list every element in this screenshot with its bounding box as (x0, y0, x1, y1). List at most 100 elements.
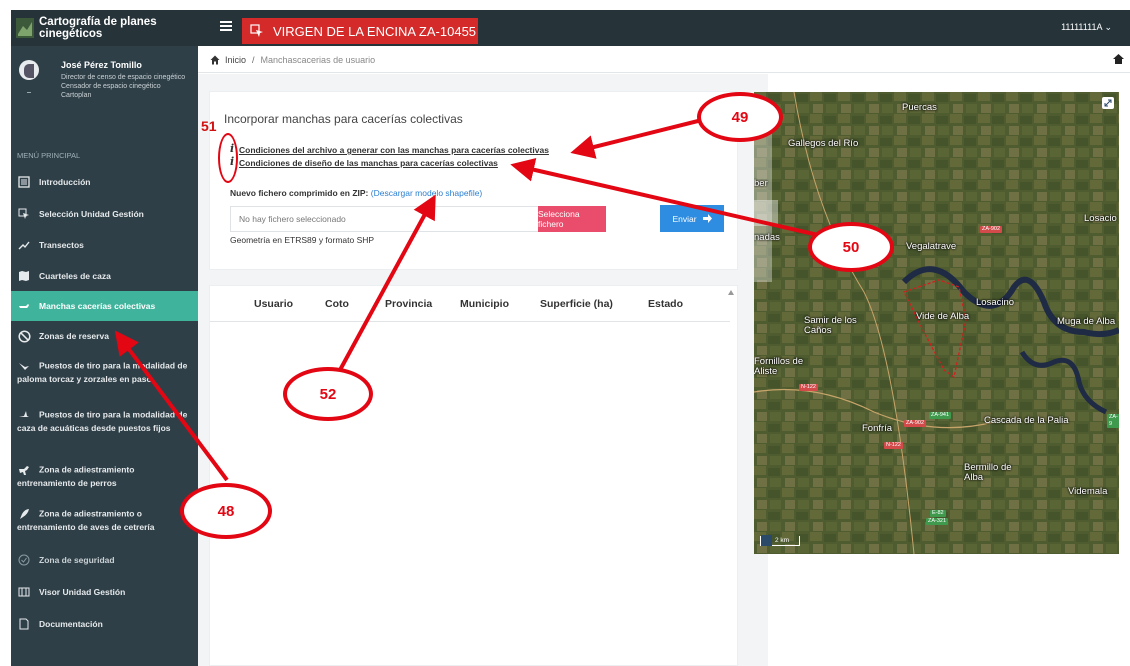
sidebar-item-transectos[interactable]: Transectos (11, 230, 198, 260)
sidebar-item-puestos-acuaticas[interactable]: Puestos de tiro para la modalidad de caz… (11, 400, 198, 457)
sidebar-item-label: Zona de adiestramiento entrenamiento de … (17, 463, 192, 489)
road-label: ZA-902 (980, 226, 1003, 233)
breadcrumb-current: Manchascacerias de usuario (260, 54, 376, 65)
map-place-label: Vide de Alba (916, 311, 970, 322)
bird-icon (17, 359, 31, 373)
scroll-up-icon[interactable] (728, 290, 734, 295)
sidebar-item-text: Zona de adiestramiento entrenamiento de … (17, 464, 135, 488)
sidebar-item-label: Zonas de reserva (39, 331, 109, 341)
user-role: Cartoplan (61, 92, 92, 99)
dog-icon (17, 299, 31, 313)
sidebar-item-cuarteles[interactable]: Cuarteles de caza (11, 260, 198, 291)
sidebar-item-visor[interactable]: Visor Unidad Gestión (11, 575, 198, 609)
sidebar: Cartografía de planes cinegéticos José P… (11, 10, 198, 666)
hamburger-menu-icon[interactable] (220, 21, 232, 31)
table-card: Usuario Coto Provincia Municipio Superfi… (209, 285, 738, 666)
arrow-right-icon (702, 214, 712, 223)
map-place-label: Fonfría (862, 423, 893, 434)
road-label: E-82 (930, 510, 946, 517)
sidebar-item-label: Visor Unidad Gestión (39, 587, 126, 597)
sidebar-item-introduccion[interactable]: Introducción (11, 166, 198, 197)
top-bar: VIRGEN DE LA ENCINA ZA-10455 11111111A ⌄ (198, 10, 1130, 46)
send-button-label: Enviar (672, 213, 697, 224)
trend-icon (17, 238, 31, 252)
road-label: ZA-9 (1107, 414, 1119, 428)
condition-link-design[interactable]: Condiciones de diseño de las manchas par… (239, 158, 498, 168)
sidebar-item-puestos-paloma[interactable]: Puestos de tiro para la modalidad de pal… (11, 351, 198, 400)
annotation-48: 48 (180, 483, 272, 539)
table-header: Usuario Coto Provincia Municipio Superfi… (210, 286, 730, 322)
map-panel-edge (754, 200, 778, 226)
download-shapefile-link[interactable]: (Descargar modelo shapefile) (371, 188, 483, 198)
annotation-52: 52 (283, 367, 373, 421)
map-place-label: Gallegos del Río (788, 138, 859, 149)
annotation-49: 49 (697, 92, 783, 142)
annotation-51: 51 (201, 118, 217, 134)
app-header: Cartografía de planes cinegéticos (11, 10, 198, 46)
sidebar-item-text: Zona de adiestramiento o entrenamiento d… (17, 508, 155, 532)
map-icon (17, 269, 31, 283)
sidebar-item-label: Zona de adiestramiento o entrenamiento d… (17, 507, 192, 533)
sidebar-item-label: Manchas cacerías colectivas (39, 301, 156, 311)
select-file-button[interactable]: Selecciona fichero (538, 206, 606, 232)
document-icon (17, 617, 31, 631)
sidebar-item-text: Puestos de tiro para la modalidad de caz… (17, 409, 188, 433)
map-place-label: ber (754, 178, 768, 189)
map-place-label: Fornillos de Aliste (754, 356, 804, 377)
cursor-select-icon (250, 24, 263, 37)
breadcrumb-separator: / (252, 54, 255, 65)
sidebar-item-label: Selección Unidad Gestión (39, 208, 144, 219)
breadcrumb-home[interactable]: Inicio (225, 55, 246, 65)
home-icon[interactable] (210, 55, 220, 65)
column-header-provincia[interactable]: Provincia (385, 298, 432, 310)
management-unit-badge[interactable]: VIRGEN DE LA ENCINA ZA-10455 (242, 18, 478, 44)
column-header-coto[interactable]: Coto (325, 298, 349, 310)
sidebar-item-label: Puestos de tiro para la modalidad de pal… (17, 359, 192, 385)
annotation-50: 50 (808, 222, 894, 272)
sidebar-item-label: Cuarteles de caza (39, 270, 111, 281)
duck-icon (17, 408, 31, 422)
user-panel: José Pérez Tomillo Director de censo de … (11, 46, 198, 144)
layers-icon[interactable] (761, 535, 772, 546)
sidebar-item-seleccion-unidad[interactable]: Selección Unidad Gestión (11, 197, 198, 230)
running-dog-icon (17, 463, 31, 477)
breadcrumb: Inicio / Manchascacerias de usuario (198, 47, 1130, 73)
cursor-select-icon (17, 207, 31, 221)
file-input[interactable]: No hay fichero seleccionado (230, 206, 546, 232)
map-place-label: Videmala (1068, 486, 1108, 497)
user-role: Censador de espacio cinegético (61, 83, 161, 90)
upload-label-text: Nuevo fichero comprimido en ZIP: (230, 188, 369, 198)
map-place-label: Cascada de la Palia (984, 415, 1069, 426)
sidebar-item-zonas-reserva[interactable]: Zonas de reserva (11, 321, 198, 351)
sidebar-item-label: Introducción (39, 176, 91, 187)
sidebar-item-text: Puestos de tiro para la modalidad de pal… (17, 360, 188, 384)
condition-link-file[interactable]: Condiciones del archivo a generar con la… (239, 145, 549, 155)
annotation-51-highlight (218, 133, 238, 183)
sidebar-item-zona-seguridad[interactable]: Zona de seguridad (11, 545, 198, 575)
sidebar-item-label: Puestos de tiro para la modalidad de caz… (17, 408, 192, 434)
send-button[interactable]: Enviar (660, 205, 724, 232)
column-header-estado[interactable]: Estado (648, 298, 683, 310)
sidebar-item-adiestramiento-perros[interactable]: Zona de adiestramiento entrenamiento de … (11, 457, 198, 501)
column-header-superficie[interactable]: Superficie (ha) (540, 298, 613, 310)
column-header-municipio[interactable]: Municipio (460, 298, 509, 310)
avatar (19, 60, 39, 80)
expand-icon[interactable] (1102, 97, 1114, 109)
avatar-divider (27, 92, 31, 93)
sidebar-item-manchas[interactable]: Manchas cacerías colectivas (11, 291, 198, 321)
check-circle-icon (17, 553, 31, 567)
sidebar-item-documentacion[interactable]: Documentación (11, 609, 198, 639)
map-scale: 2 km (760, 535, 801, 546)
app-title: Cartografía de planes cinegéticos (39, 16, 157, 40)
feather-icon (17, 507, 31, 521)
management-unit-name: VIRGEN DE LA ENCINA ZA-10455 (273, 23, 477, 39)
map-place-label: Losacino (976, 297, 1015, 308)
geometry-note: Geometría en ETRS89 y formato SHP (230, 235, 375, 245)
road-label: N-122 (884, 442, 903, 449)
home-icon[interactable] (1113, 54, 1124, 64)
sidebar-item-adiestramiento-aves[interactable]: Zona de adiestramiento o entrenamiento d… (11, 501, 198, 545)
upload-label: Nuevo fichero comprimido en ZIP: (Descar… (230, 188, 482, 198)
satellite-map[interactable]: Puercas Gallegos del Río Losacio Vegalat… (754, 92, 1119, 554)
column-header-usuario[interactable]: Usuario (254, 298, 293, 310)
user-menu[interactable]: 11111111A ⌄ (1061, 22, 1112, 33)
